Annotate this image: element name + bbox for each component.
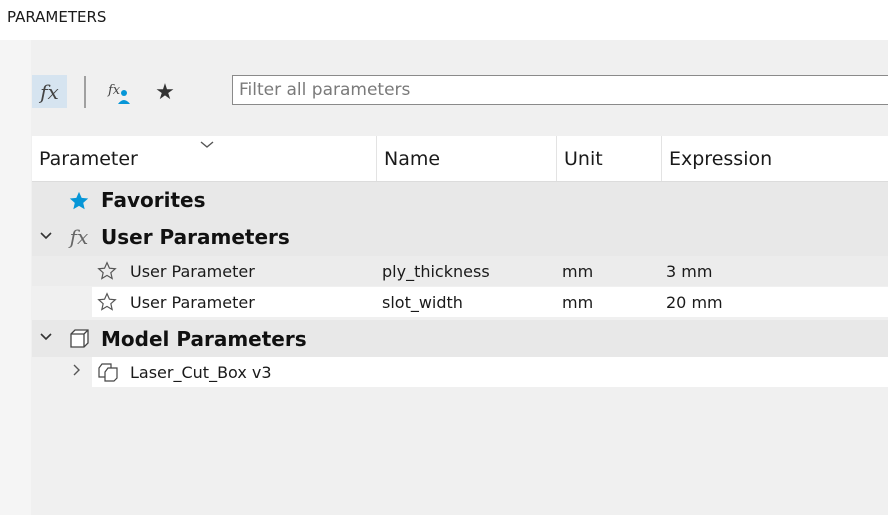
favorites-star-icon	[67, 189, 91, 213]
model-cube-icon	[66, 326, 92, 350]
svg-text:fx: fx	[107, 83, 121, 98]
group-label-model-parameters: Model Parameters	[101, 327, 307, 351]
cell-unit[interactable]: mm	[562, 262, 593, 281]
column-header-expression-label: Expression	[669, 147, 773, 170]
collapse-chevron-icon[interactable]	[38, 330, 54, 346]
cell-expression[interactable]: 3 mm	[666, 262, 712, 281]
component-icon	[95, 360, 121, 384]
fx-filter-button[interactable]: fx	[32, 75, 67, 108]
favorite-toggle-star-icon[interactable]	[96, 291, 118, 313]
star-icon: ★	[155, 79, 175, 105]
group-row-favorites[interactable]: Favorites	[32, 182, 888, 219]
column-header-name[interactable]: Name	[377, 136, 557, 181]
cell-name[interactable]: ply_thickness	[382, 262, 490, 281]
column-header-unit-label: Unit	[564, 147, 603, 170]
user-fx-icon: fx	[107, 83, 130, 104]
panel-title-bar: PARAMETERS	[0, 0, 888, 40]
sort-chevron-icon[interactable]	[200, 138, 214, 152]
cell-parameter: User Parameter	[130, 262, 255, 281]
filter-parameters-input[interactable]	[232, 75, 888, 105]
column-header-expression[interactable]: Expression	[662, 136, 888, 181]
column-header-unit[interactable]: Unit	[557, 136, 662, 181]
user-fx-filter-button[interactable]: fx	[104, 76, 136, 108]
toolbar-separator	[84, 76, 86, 108]
cell-parameter: User Parameter	[130, 293, 255, 312]
cell-unit[interactable]: mm	[562, 293, 593, 312]
group-row-model-parameters[interactable]: Model Parameters	[32, 320, 888, 357]
group-row-user-parameters[interactable]: fx User Parameters	[32, 219, 888, 256]
table-row[interactable]: Laser_Cut_Box v3	[32, 357, 888, 387]
cell-expression[interactable]: 20 mm	[666, 293, 723, 312]
cell-parameter: Laser_Cut_Box v3	[130, 363, 272, 382]
expand-chevron-icon[interactable]	[69, 363, 85, 381]
favorite-toggle-star-icon[interactable]	[96, 260, 118, 282]
table-row[interactable]: User Parameter ply_thickness mm 3 mm	[32, 256, 888, 286]
fx-group-icon: fx	[69, 225, 89, 249]
table-header: Parameter Name Unit Expression	[32, 136, 888, 182]
table-row[interactable]: User Parameter slot_width mm 20 mm	[32, 287, 888, 317]
group-label-user-parameters: User Parameters	[101, 225, 290, 249]
collapse-chevron-icon[interactable]	[38, 229, 54, 245]
column-header-parameter-label: Parameter	[39, 147, 138, 170]
group-label-favorites: Favorites	[101, 188, 206, 212]
cell-name[interactable]: slot_width	[382, 293, 463, 312]
fx-icon: fx	[40, 79, 59, 104]
column-header-name-label: Name	[384, 147, 441, 170]
favorites-filter-button[interactable]: ★	[150, 76, 180, 108]
panel-title: PARAMETERS	[7, 8, 107, 26]
